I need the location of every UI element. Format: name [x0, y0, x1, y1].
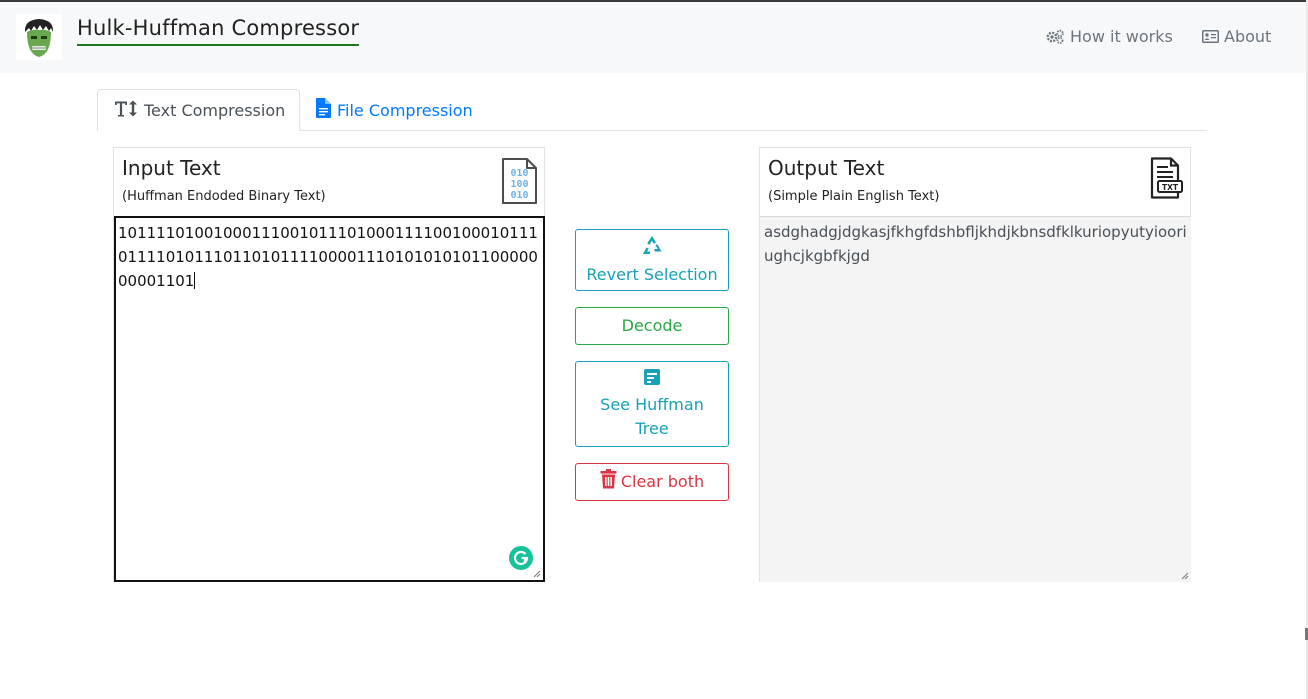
see-huffman-tree-button[interactable]: See Huffman Tree — [575, 361, 729, 447]
svg-text:010: 010 — [510, 168, 528, 179]
clear-both-button[interactable]: Clear both — [575, 463, 729, 501]
output-panel: Output Text (Simple Plain English Text) … — [759, 147, 1191, 582]
trash-icon — [600, 468, 617, 496]
recycle-icon — [641, 234, 663, 263]
input-panel: Input Text (Huffman Endoded Binary Text)… — [113, 147, 545, 582]
txt-file-icon: TXT — [1146, 157, 1184, 203]
navbar: Hulk-Huffman Compressor How it works Abo… — [0, 2, 1306, 73]
nav-about[interactable]: About — [1202, 27, 1271, 46]
see-huffman-tree-label: See Huffman Tree — [600, 394, 704, 438]
clear-both-label: Clear both — [620, 472, 705, 491]
tree-icon — [643, 368, 661, 393]
revert-selection-label: Revert Selection — [586, 264, 718, 284]
revert-selection-button[interactable]: Revert Selection — [575, 229, 729, 291]
id-card-icon — [1202, 30, 1219, 43]
decode-button[interactable]: Decode — [575, 307, 729, 345]
nav-about-label: About — [1224, 27, 1272, 46]
nav-how-it-works-label: How it works — [1070, 27, 1173, 46]
text-height-icon — [114, 100, 138, 121]
svg-text:TXT: TXT — [1162, 183, 1179, 192]
tab-file-compression[interactable]: File Compression — [316, 89, 473, 131]
input-panel-subtitle: (Huffman Endoded Binary Text) — [122, 189, 326, 204]
hulk-logo[interactable] — [16, 14, 62, 60]
output-panel-subtitle: (Simple Plain English Text) — [768, 189, 940, 204]
tab-text-compression-label: Text Compression — [144, 100, 286, 120]
output-textarea[interactable]: asdghadgjdgkasjfkhgfdshbfljkhdjkbnsdfklk… — [760, 216, 1191, 582]
input-panel-title: Input Text — [122, 156, 221, 180]
binary-file-icon: 010 100 010 — [500, 157, 538, 209]
input-textarea[interactable]: 1011110100100011100101110100011110010001… — [114, 216, 545, 582]
text-caret — [194, 272, 196, 289]
resize-grip-icon[interactable] — [533, 570, 541, 578]
output-panel-title: Output Text — [768, 156, 885, 180]
input-text: 1011110100100011100101110100011110010001… — [118, 224, 538, 290]
decode-label: Decode — [621, 316, 683, 335]
gears-icon — [1046, 29, 1065, 44]
output-text: asdghadgjdgkasjfkhgfdshbfljkhdjkbnsdfklk… — [764, 223, 1187, 265]
nav-how-it-works[interactable]: How it works — [1046, 27, 1173, 46]
file-icon — [316, 98, 331, 122]
tab-file-compression-label: File Compression — [337, 100, 473, 120]
svg-text:010: 010 — [510, 190, 528, 201]
resize-grip-icon[interactable] — [1181, 572, 1189, 580]
svg-text:100: 100 — [510, 179, 528, 190]
grammarly-icon[interactable] — [509, 546, 533, 570]
tab-text-compression[interactable]: Text Compression — [97, 89, 300, 131]
brand-title[interactable]: Hulk-Huffman Compressor — [77, 16, 360, 46]
